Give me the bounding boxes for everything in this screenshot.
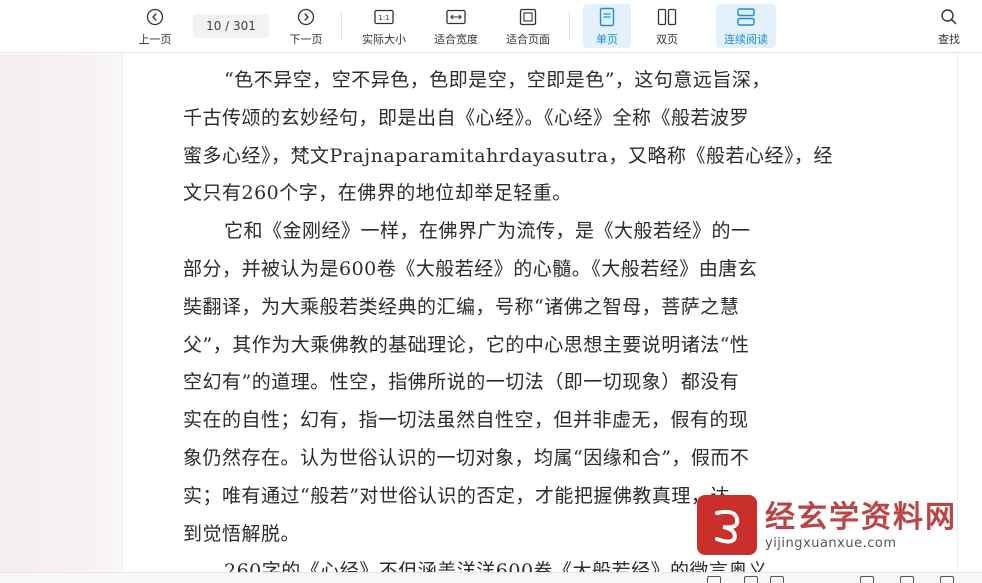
reader-toolbar: 上一页 下一页 1:1 实际大小 适合宽度 适合页面 单页 — [0, 0, 982, 53]
page-icon[interactable] — [860, 576, 874, 583]
prev-page-label: 上一页 — [138, 33, 172, 46]
text-line: 象仍然存在。认为世俗认识的一切对象，均属“因缘和合”，假而不 — [183, 446, 750, 469]
text-line: 蜜多心经》，梵文Prajnaparamitahrdayasutra，又略称《般若… — [183, 144, 834, 167]
continuous-reading-label: 连续阅读 — [724, 33, 768, 46]
search-label: 查找 — [938, 33, 960, 46]
fit-width-button[interactable]: 适合宽度 — [428, 4, 484, 48]
site-watermark: 经玄学资料网 yijingxuanxue.com — [697, 493, 957, 557]
text-line: 实在的自性；幻有，指一切法虽然自性空，但并非虚无，假有的现 — [183, 409, 749, 432]
double-page-button[interactable]: 双页 — [645, 4, 689, 48]
text-line: 奘翻译，为大乘般若类经典的汇编，号称“诸佛之智母，菩萨之慧 — [183, 295, 740, 318]
toolbar-divider — [341, 12, 342, 40]
page-icon[interactable] — [940, 576, 954, 583]
next-page-label: 下一页 — [289, 33, 323, 46]
fit-page-button[interactable]: 适合页面 — [500, 4, 556, 48]
watermark-text: 经玄学资料网 yijingxuanxue.com — [765, 500, 957, 551]
search-button[interactable]: 查找 — [928, 4, 970, 48]
double-page-label: 双页 — [656, 33, 678, 46]
text-line: 部分，并被认为是600卷《大般若经》的心髓。《大般若经》由唐玄 — [183, 257, 758, 280]
next-page-button[interactable]: 下一页 — [284, 4, 328, 48]
page-icon[interactable] — [744, 576, 758, 583]
toolbar-divider — [569, 12, 570, 40]
watermark-url: yijingxuanxue.com — [765, 535, 897, 551]
chevron-right-circle-icon — [295, 6, 317, 28]
fit-width-label: 适合宽度 — [434, 33, 478, 46]
prev-page-button[interactable]: 上一页 — [133, 4, 177, 48]
watermark-name: 经玄学资料网 — [765, 499, 957, 535]
single-page-icon — [596, 6, 618, 28]
text-line: 千古传颂的玄妙经句，即是出自《心经》。《心经》全称《般若波罗 — [183, 106, 750, 129]
actual-size-label: 实际大小 — [362, 33, 406, 46]
actual-size-icon-text: 1:1 — [378, 14, 389, 22]
text-line: 父”，其作为大乘佛教的基础理论，它的中心思想主要说明诸法“性 — [183, 333, 750, 356]
continuous-reading-button[interactable]: 连续阅读 — [716, 4, 776, 48]
fit-width-icon — [445, 6, 467, 28]
bottom-status-bar — [0, 572, 982, 583]
page-number-input[interactable] — [193, 14, 269, 38]
text-line: 文只有260个字，在佛界的地位却举足轻重。 — [183, 182, 572, 205]
page-icon[interactable] — [900, 576, 914, 583]
single-page-label: 单页 — [596, 33, 618, 46]
page-number-box[interactable] — [193, 14, 269, 38]
actual-size-button[interactable]: 1:1 实际大小 — [356, 4, 412, 48]
single-page-button[interactable]: 单页 — [583, 4, 631, 48]
actual-size-icon: 1:1 — [373, 6, 395, 28]
text-line: 空幻有”的道理。性空，指佛所说的一切法（即一切现象）都没有 — [183, 371, 740, 394]
chevron-left-circle-icon — [144, 6, 166, 28]
double-page-icon — [656, 6, 678, 28]
page-icon[interactable] — [770, 576, 784, 583]
fit-page-icon — [517, 6, 539, 28]
page-icon[interactable] — [707, 576, 721, 583]
watermark-logo-icon — [697, 495, 757, 555]
fit-page-label: 适合页面 — [506, 33, 550, 46]
text-line: “色不异空，空不异色，色即是空，空即是色”，这句意远旨深， — [224, 69, 771, 91]
search-icon — [938, 6, 960, 28]
text-line: 它和《金刚经》一样，在佛界广为流传，是《大般若经》的一 — [224, 220, 751, 243]
continuous-reading-icon — [735, 6, 757, 28]
